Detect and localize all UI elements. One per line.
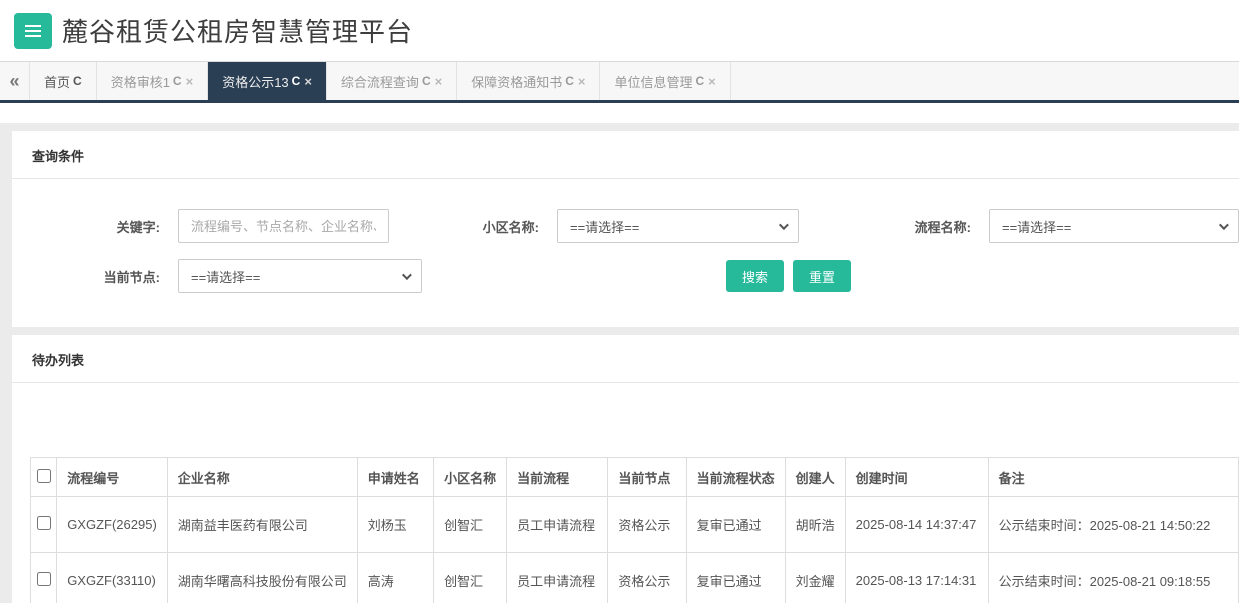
flow-name-label: 流程名称: xyxy=(883,217,971,236)
col-header-flow-status: 当前流程状态 xyxy=(686,458,785,497)
close-tab-icon[interactable]: × xyxy=(708,74,716,89)
cell-flow-status: 复审已通过 xyxy=(686,497,785,553)
cell-process-no: GXGZF(26295) xyxy=(57,497,168,553)
community-select[interactable]: ==请选择== xyxy=(557,209,799,243)
close-tab-icon[interactable]: × xyxy=(186,74,194,89)
page-content: 查询条件 关键字: 小区名称: ==请选择== 流程名称: ==请选择== 当前… xyxy=(0,131,1239,603)
current-node-select[interactable]: ==请选择== xyxy=(178,259,422,293)
todo-panel: 待办列表 流程编号 企业名称 申请姓名 xyxy=(12,335,1239,603)
cell-community: 创智汇 xyxy=(434,497,507,553)
cell-remark: 公示结束时间：2025-08-21 09:18:55 xyxy=(988,553,1238,603)
col-header-company: 企业名称 xyxy=(167,458,357,497)
community-label: 小区名称: xyxy=(451,217,539,236)
collapse-tabs-icon: « xyxy=(9,71,19,92)
refresh-icon[interactable]: C xyxy=(422,74,431,88)
chevron-down-icon xyxy=(1219,220,1229,230)
close-tab-icon[interactable]: × xyxy=(304,74,312,89)
col-header-community: 小区名称 xyxy=(434,458,507,497)
col-header-creator: 创建人 xyxy=(785,458,845,497)
cell-applicant: 刘杨玉 xyxy=(357,497,433,553)
current-node-select-value: ==请选择== xyxy=(191,267,260,286)
tab-label: 综合流程查询 xyxy=(341,72,419,91)
row-checkbox[interactable] xyxy=(37,572,51,586)
cell-process-no: GXGZF(33110) xyxy=(57,553,168,603)
refresh-icon[interactable]: C xyxy=(173,74,182,88)
keyword-label: 关键字: xyxy=(72,217,160,236)
search-form-row-1: 关键字: 小区名称: ==请选择== 流程名称: ==请选择== xyxy=(72,209,1239,243)
col-header-create-time: 创建时间 xyxy=(845,458,988,497)
search-buttons: 搜索 重置 xyxy=(726,260,851,292)
refresh-icon[interactable]: C xyxy=(565,74,574,88)
cell-create-time: 2025-08-14 14:37:47 xyxy=(845,497,988,553)
cell-company: 湖南华曙高科技股份有限公司 xyxy=(167,553,357,603)
hamburger-icon xyxy=(25,30,41,32)
refresh-icon[interactable]: C xyxy=(292,74,301,88)
todo-table-wrap: 流程编号 企业名称 申请姓名 小区名称 当前流程 当前节点 当前流程状态 创建人… xyxy=(30,457,1239,603)
tab-unit-info-management[interactable]: 单位信息管理 C × xyxy=(600,62,730,100)
content-top-strip xyxy=(0,103,1239,123)
cell-applicant: 高涛 xyxy=(357,553,433,603)
col-header-remark: 备注 xyxy=(988,458,1238,497)
search-form: 关键字: 小区名称: ==请选择== 流程名称: ==请选择== 当前节点: =… xyxy=(12,179,1239,327)
chevron-down-icon xyxy=(779,220,789,230)
reset-button[interactable]: 重置 xyxy=(793,260,851,292)
search-button[interactable]: 搜索 xyxy=(726,260,784,292)
tab-home[interactable]: 首页 C xyxy=(30,62,97,100)
chevron-down-icon xyxy=(402,270,412,280)
cell-current-node: 资格公示 xyxy=(608,497,686,553)
cell-create-time: 2025-08-13 17:14:31 xyxy=(845,553,988,603)
flow-name-select-value: ==请选择== xyxy=(1002,217,1071,236)
row-checkbox-cell xyxy=(31,497,57,553)
keyword-input[interactable] xyxy=(178,209,389,243)
cell-remark: 公示结束时间：2025-08-21 14:50:22 xyxy=(988,497,1238,553)
row-checkbox[interactable] xyxy=(37,516,51,530)
tab-comprehensive-flow-query[interactable]: 综合流程查询 C × xyxy=(327,62,457,100)
col-header-current-node: 当前节点 xyxy=(608,458,686,497)
tab-qualification-publicity[interactable]: 资格公示13 C × xyxy=(208,62,327,100)
current-node-label: 当前节点: xyxy=(72,267,160,286)
refresh-icon[interactable]: C xyxy=(696,74,705,88)
search-panel-title: 查询条件 xyxy=(12,131,1239,179)
cell-creator: 胡昕浩 xyxy=(785,497,845,553)
cell-current-node: 资格公示 xyxy=(608,553,686,603)
cell-community: 创智汇 xyxy=(434,553,507,603)
cell-company: 湖南益丰医药有限公司 xyxy=(167,497,357,553)
tab-label: 保障资格通知书 xyxy=(471,72,562,91)
close-tab-icon[interactable]: × xyxy=(435,74,443,89)
todo-panel-title: 待办列表 xyxy=(12,335,1239,383)
tab-qualification-review[interactable]: 资格审核1 C × xyxy=(97,62,209,100)
refresh-icon[interactable]: C xyxy=(73,74,82,88)
table-header-row: 流程编号 企业名称 申请姓名 小区名称 当前流程 当前节点 当前流程状态 创建人… xyxy=(31,458,1239,497)
tab-label: 单位信息管理 xyxy=(614,72,692,91)
collapse-tabs-button[interactable]: « xyxy=(0,62,30,100)
table-row: GXGZF(26295) 湖南益丰医药有限公司 刘杨玉 创智汇 员工申请流程 资… xyxy=(31,497,1239,553)
tab-label: 资格审核1 xyxy=(111,72,170,91)
col-header-current-flow: 当前流程 xyxy=(507,458,608,497)
col-header-applicant: 申请姓名 xyxy=(357,458,433,497)
todo-table: 流程编号 企业名称 申请姓名 小区名称 当前流程 当前节点 当前流程状态 创建人… xyxy=(30,457,1239,603)
search-panel: 查询条件 关键字: 小区名称: ==请选择== 流程名称: ==请选择== 当前… xyxy=(12,131,1239,327)
community-select-value: ==请选择== xyxy=(570,217,639,236)
col-header-process-no: 流程编号 xyxy=(57,458,168,497)
app-header: 麓谷租赁公租房智慧管理平台 xyxy=(0,0,1239,62)
tab-label: 资格公示13 xyxy=(222,72,288,91)
select-all-cell xyxy=(31,458,57,497)
cell-flow-status: 复审已通过 xyxy=(686,553,785,603)
menu-button[interactable] xyxy=(14,13,52,49)
tab-guarantee-qualification-notice[interactable]: 保障资格通知书 C × xyxy=(457,62,600,100)
cell-current-flow: 员工申请流程 xyxy=(507,497,608,553)
select-all-checkbox[interactable] xyxy=(37,469,51,483)
table-row: GXGZF(33110) 湖南华曙高科技股份有限公司 高涛 创智汇 员工申请流程… xyxy=(31,553,1239,603)
flow-name-select[interactable]: ==请选择== xyxy=(989,209,1239,243)
search-form-row-2: 当前节点: ==请选择== 搜索 重置 xyxy=(72,259,1239,293)
row-checkbox-cell xyxy=(31,553,57,603)
app-title: 麓谷租赁公租房智慧管理平台 xyxy=(62,12,413,49)
close-tab-icon[interactable]: × xyxy=(578,74,586,89)
cell-creator: 刘金耀 xyxy=(785,553,845,603)
tab-bar: « 首页 C 资格审核1 C × 资格公示13 C × 综合流程查询 C × 保… xyxy=(0,62,1239,103)
cell-current-flow: 员工申请流程 xyxy=(507,553,608,603)
tab-label: 首页 xyxy=(44,72,70,91)
